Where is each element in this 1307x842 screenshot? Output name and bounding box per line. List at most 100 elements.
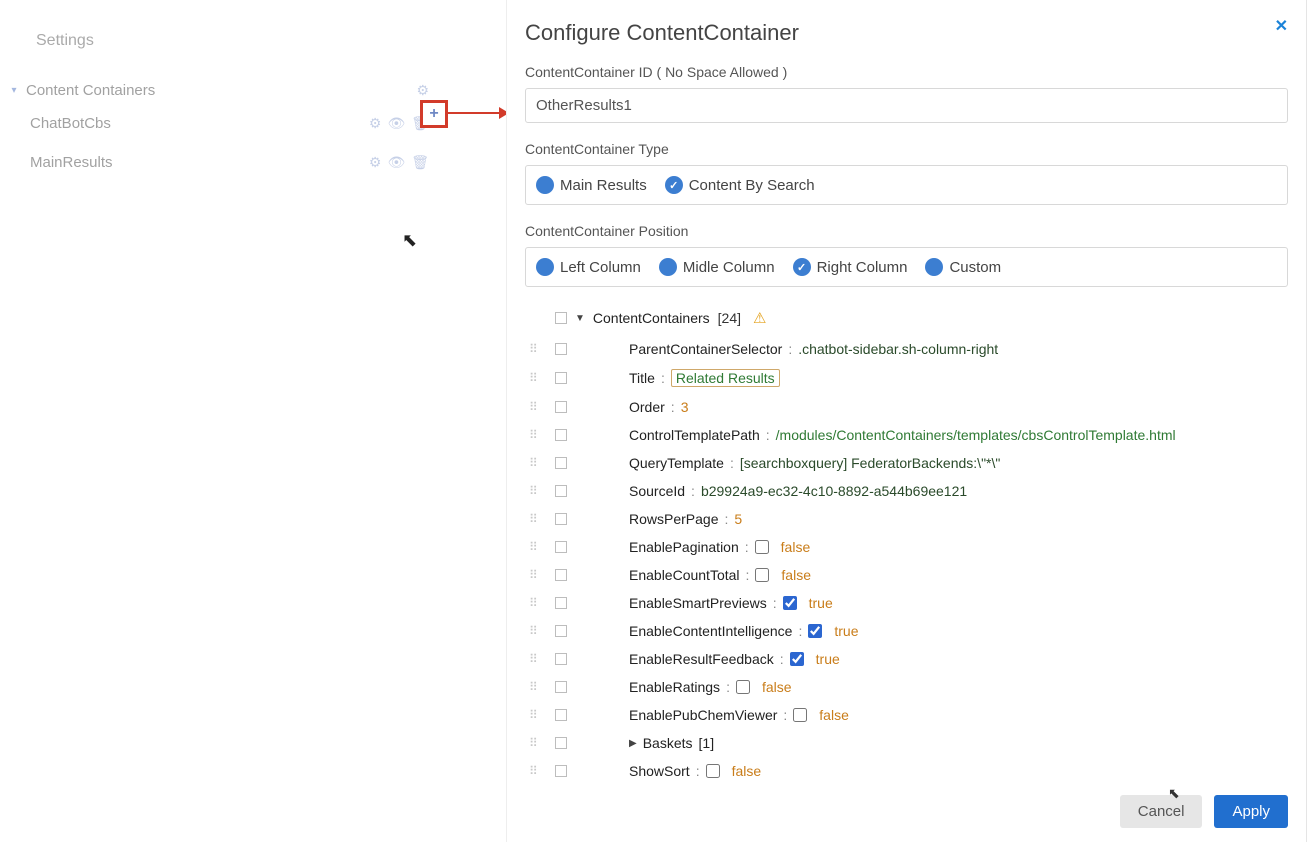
drag-handle-icon[interactable]: ⠿ [525, 596, 549, 610]
property-key: EnablePubChemViewer [629, 707, 777, 723]
property-checkbox[interactable] [808, 624, 822, 638]
property-value: 3 [681, 399, 689, 415]
node-toggle[interactable] [555, 429, 567, 441]
type-option[interactable]: Main Results [536, 176, 647, 194]
separator: : [745, 539, 749, 555]
node-toggle[interactable] [555, 485, 567, 497]
property-checkbox[interactable] [736, 680, 750, 694]
add-content-container-button[interactable]: + [420, 100, 448, 128]
property-key: SourceId [629, 483, 685, 499]
position-option[interactable]: Custom [925, 258, 1001, 276]
node-toggle[interactable] [555, 401, 567, 413]
node-toggle[interactable] [555, 541, 567, 553]
node-toggle[interactable] [555, 765, 567, 777]
property-checkbox[interactable] [783, 596, 797, 610]
sidebar-item-mainresults[interactable]: MainResults [30, 154, 369, 171]
position-option[interactable]: Midle Column [659, 258, 775, 276]
property-value: true [816, 651, 840, 667]
property-row: ⠿EnableSmartPreviews : true [525, 589, 1288, 617]
property-value[interactable]: Related Results [671, 369, 780, 387]
radio-icon [925, 258, 943, 276]
property-value: 5 [734, 511, 742, 527]
drag-handle-icon[interactable]: ⠿ [525, 484, 549, 498]
property-row: ⠿RowsPerPage : 5 [525, 505, 1288, 533]
property-row: ⠿▶Baskets [1] [525, 729, 1288, 757]
property-value: false [762, 679, 792, 695]
sidebar-settings[interactable]: Settings [0, 10, 447, 62]
property-key: Baskets [643, 735, 693, 751]
property-checkbox[interactable] [706, 764, 720, 778]
property-checkbox[interactable] [755, 540, 769, 554]
drag-handle-icon[interactable]: ⠿ [525, 680, 549, 694]
property-row: ⠿ShowSort : false [525, 757, 1288, 781]
property-key: ParentContainerSelector [629, 341, 782, 357]
drag-handle-icon[interactable]: ⠿ [525, 456, 549, 470]
drag-handle-icon[interactable]: ⠿ [525, 512, 549, 526]
content-container-id-input[interactable] [525, 88, 1288, 123]
position-option[interactable]: Left Column [536, 258, 641, 276]
drag-handle-icon[interactable]: ⠿ [525, 764, 549, 778]
drag-handle-icon[interactable]: ⠿ [525, 400, 549, 414]
node-toggle[interactable] [555, 625, 567, 637]
radio-label: Left Column [560, 259, 641, 276]
property-row: ⠿ParentContainerSelector : .chatbot-side… [525, 335, 1288, 363]
drag-handle-icon[interactable]: ⠿ [525, 652, 549, 666]
node-toggle[interactable] [555, 569, 567, 581]
chevron-down-icon[interactable]: ▾ [6, 85, 22, 96]
property-value: false [781, 567, 811, 583]
property-checkbox[interactable] [793, 708, 807, 722]
cancel-button[interactable]: Cancel [1120, 795, 1203, 828]
property-key: EnablePagination [629, 539, 739, 555]
drag-handle-icon[interactable]: ⠿ [525, 708, 549, 722]
node-toggle[interactable] [555, 372, 567, 384]
drag-handle-icon[interactable]: ⠿ [525, 371, 549, 385]
type-option[interactable]: Content By Search [665, 176, 815, 194]
node-toggle[interactable] [555, 343, 567, 355]
sidebar-section-content-containers[interactable]: Content Containers [26, 82, 416, 99]
node-toggle[interactable] [555, 681, 567, 693]
property-key: ShowSort [629, 763, 690, 779]
position-option[interactable]: Right Column [793, 258, 908, 276]
node-toggle[interactable] [555, 709, 567, 721]
property-row: ⠿EnablePagination : false [525, 533, 1288, 561]
gear-icon[interactable]: ⚙ [369, 115, 382, 132]
property-checkbox[interactable] [790, 652, 804, 666]
caret-down-icon[interactable]: ▼ [575, 313, 585, 324]
separator: : [766, 427, 770, 443]
close-icon[interactable]: ✕ [1275, 16, 1288, 36]
node-toggle[interactable] [555, 457, 567, 469]
radio-icon [665, 176, 683, 194]
property-checkbox[interactable] [755, 568, 769, 582]
apply-button[interactable]: Apply [1214, 795, 1288, 828]
separator: : [783, 707, 787, 723]
drag-handle-icon[interactable]: ⠿ [525, 568, 549, 582]
callout-arrow-icon [448, 112, 508, 114]
drag-handle-icon[interactable]: ⠿ [525, 736, 549, 750]
sidebar-item-chatbotcbs[interactable]: ChatBotCbs [30, 115, 369, 132]
drag-handle-icon[interactable]: ⠿ [525, 342, 549, 356]
configure-content-container-modal: ✕ Configure ContentContainer ContentCont… [506, 0, 1307, 842]
position-option-group: Left Column Midle Column Right Column Custo… [525, 247, 1288, 287]
radio-label: Midle Column [683, 259, 775, 276]
node-toggle[interactable] [555, 597, 567, 609]
radio-label: Main Results [560, 177, 647, 194]
caret-right-icon[interactable]: ▶ [629, 738, 637, 749]
eye-icon[interactable]: 👁 [387, 115, 405, 132]
separator: : [661, 370, 665, 386]
node-toggle[interactable] [555, 513, 567, 525]
node-toggle[interactable] [555, 653, 567, 665]
position-label: ContentContainer Position [525, 223, 1288, 239]
drag-handle-icon[interactable]: ⠿ [525, 540, 549, 554]
id-label: ContentContainer ID ( No Space Allowed ) [525, 64, 1288, 80]
eye-icon[interactable]: 👁 [387, 154, 405, 171]
drag-handle-icon[interactable]: ⠿ [525, 624, 549, 638]
property-row: ⠿Title : Related Results [525, 363, 1288, 393]
trash-icon[interactable]: 🗑 [411, 154, 429, 171]
drag-handle-icon[interactable]: ⠿ [525, 428, 549, 442]
node-toggle[interactable] [555, 312, 567, 324]
gear-icon[interactable]: ⚙ [369, 154, 382, 171]
property-row: ⠿EnableRatings : false [525, 673, 1288, 701]
type-option-group: Main Results Content By Search [525, 165, 1288, 205]
node-toggle[interactable] [555, 737, 567, 749]
gear-icon[interactable]: ⚙ [416, 82, 429, 99]
